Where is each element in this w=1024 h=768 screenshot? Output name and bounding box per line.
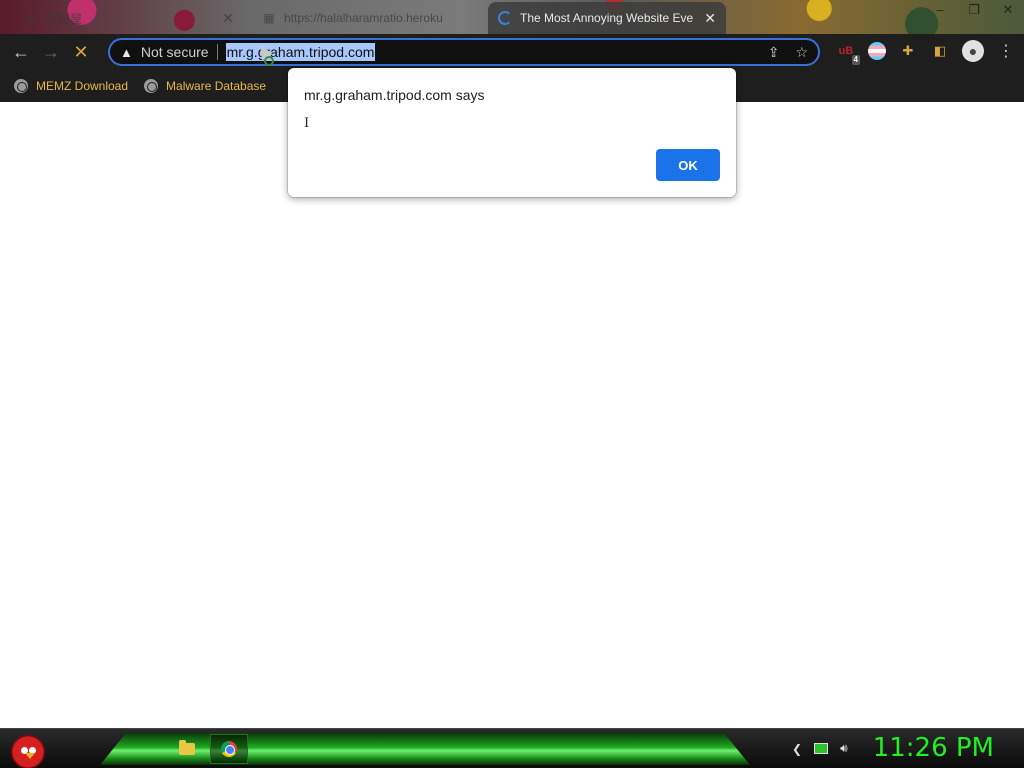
bookmark-label: MEMZ Download [36,79,129,93]
minimize-button[interactable]: – [932,2,948,18]
taskbar-chrome[interactable] [210,734,248,764]
forward-button[interactable]: → [36,37,66,67]
bookmark-memz-download[interactable]: MEMZ Download [14,79,128,93]
back-button[interactable]: ← [6,37,36,67]
close-icon[interactable]: ✕ [222,10,234,27]
system-tray: ❮ 🔊︎ [792,741,848,756]
network-icon[interactable] [814,743,829,754]
taskbar-clock[interactable]: 11:26 PM [873,733,994,763]
chrome-icon [221,741,237,757]
security-indicator[interactable]: Not secure [141,44,209,60]
globe-icon [144,79,159,93]
back-arrow-icon: ← [12,41,30,62]
close-window-button[interactable]: ✕ [1000,2,1016,18]
divider [216,44,218,60]
bookmark-label: Malware Database [166,79,267,93]
ok-button[interactable]: OK [656,149,720,181]
ublock-origin-icon[interactable]: uB 4 [836,41,860,65]
show-hidden-icons-icon[interactable]: ❮ [792,742,802,756]
dialog-title: mr.g.graham.tripod.com says [304,87,485,103]
stop-icon: ✕ [73,41,89,62]
restore-button[interactable]: ❐ [966,2,982,18]
folder-icon [179,740,195,755]
taskbar-file-explorer[interactable] [170,734,204,764]
kebab-menu-icon[interactable]: ⋮ [996,41,1016,61]
tab-title: https://halalharamratio.heroku [284,11,443,25]
extension-badge: 4 [851,55,860,65]
flag-extension-icon[interactable] [868,42,886,60]
window-controls: – ❐ ✕ [932,2,1016,18]
bird-beak-icon [25,753,35,759]
profile-avatar-icon[interactable]: ● [962,40,984,62]
busy-cursor-icon [264,56,274,66]
url-text[interactable]: mr.g.graham.tripod.com [225,43,376,61]
forward-arrow-icon: → [42,41,60,62]
side-panel-icon[interactable]: ◧ [930,41,950,61]
bookmark-star-icon[interactable]: ☆ [795,44,808,61]
tab-title: 吉田屋 [46,11,83,26]
alert-dialog: mr.g.graham.tripod.com says I OK [288,68,736,197]
tab-halalharamratio[interactable]: ▦ https://halalharamratio.heroku [252,2,484,34]
tab-strip: ◍ 吉田屋 ✕ ▦ https://halalharamratio.heroku… [0,0,1024,34]
puzzle-extensions-icon[interactable]: ✚ [898,41,918,61]
loading-spinner-icon [498,11,512,25]
stop-loading-button[interactable]: ✕ [66,37,96,67]
start-button[interactable] [8,731,48,768]
close-icon[interactable]: ✕ [704,10,716,27]
tab-title: The Most Annoying Website Eve [520,11,694,25]
calculator-icon: ▦ [263,11,275,25]
share-icon[interactable]: ⇪ [768,44,780,61]
bookmark-malware-database[interactable]: Malware Database [144,79,266,93]
globe-icon [14,79,28,93]
tab-yoshidaya[interactable]: ◍ 吉田屋 ✕ [14,2,244,34]
address-bar[interactable]: ▲ Not secure mr.g.graham.tripod.com ⇪ ☆ [108,38,820,66]
globe-icon: ◍ [25,11,37,25]
dialog-message: I [304,116,310,131]
browser-toolbar: ← → ✕ ▲ Not secure mr.g.graham.tripod.co… [0,34,1024,70]
warning-icon: ▲ [120,44,133,60]
taskbar: ❮ 🔊︎ 11:26 PM [0,728,1024,768]
volume-icon[interactable]: 🔊︎ [840,741,848,756]
tab-most-annoying-website[interactable]: The Most Annoying Website Eve ✕ [488,2,726,34]
extensions-area: uB 4 ✚ ◧ ● ⋮ [836,40,1016,65]
